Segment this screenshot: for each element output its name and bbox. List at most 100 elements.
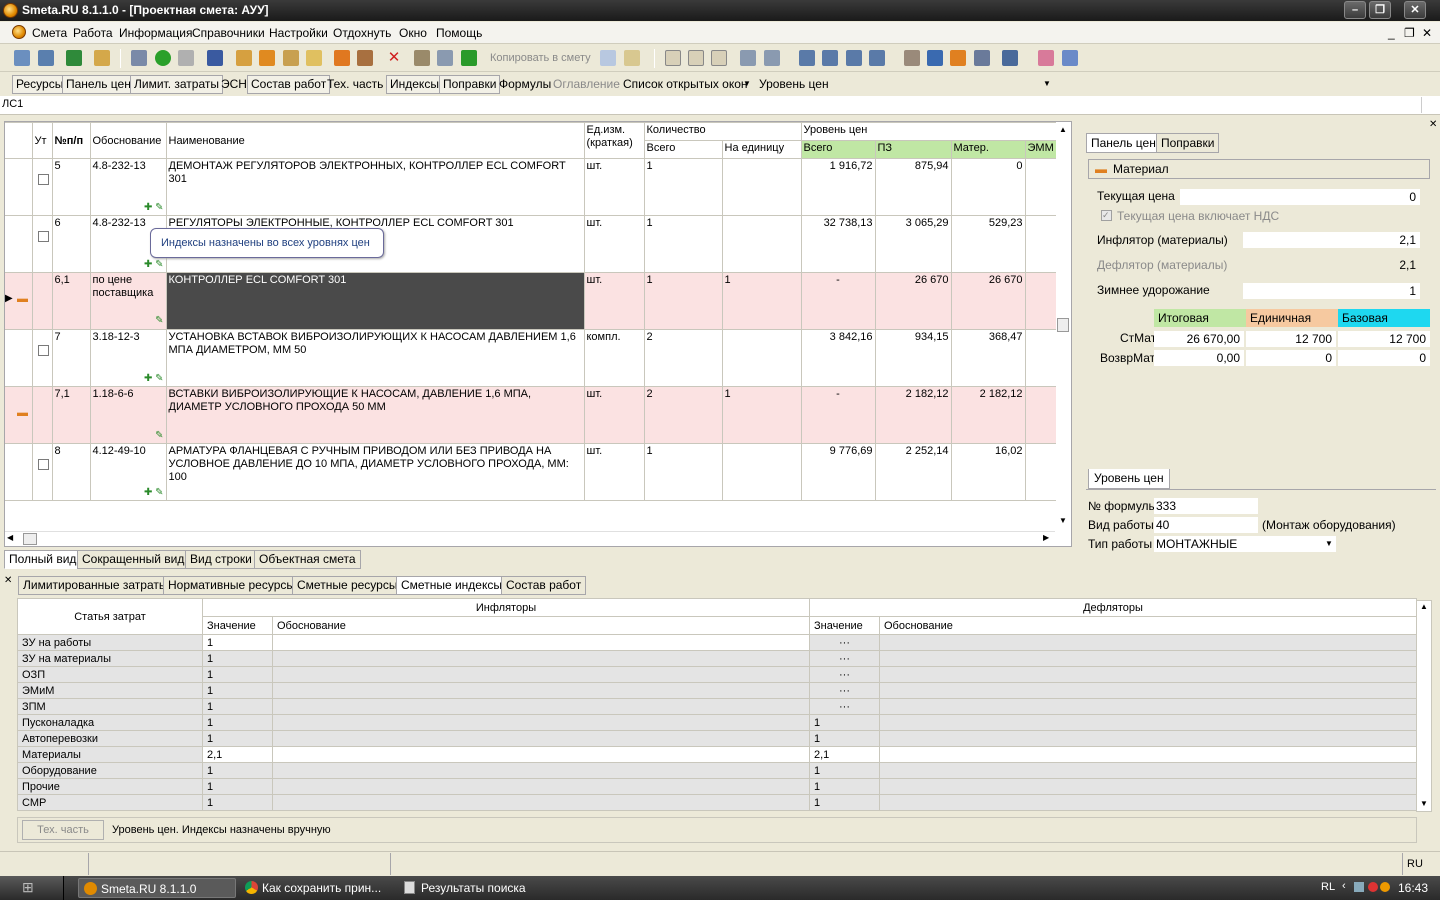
row-defl-value[interactable]: ··· (809, 650, 880, 667)
row-action-icons[interactable]: ✚ ✎ (144, 487, 164, 498)
security-icon[interactable] (1368, 882, 1378, 892)
row-checkbox[interactable] (37, 345, 49, 356)
material-icon[interactable] (259, 50, 275, 66)
indent2-icon[interactable] (822, 50, 838, 66)
scroll-down-icon[interactable]: ▼ (1420, 799, 1428, 808)
clipboard-icon[interactable] (600, 50, 616, 66)
indent-icon[interactable] (799, 50, 815, 66)
row-defl-value[interactable]: 2,1 (809, 746, 880, 763)
vat-checkbox[interactable]: ✓ (1101, 210, 1112, 221)
row-infl-value[interactable]: 1 (202, 666, 273, 683)
tool-icon[interactable] (904, 50, 920, 66)
table-row[interactable]: ЗУ на работы 1 ··· (17, 634, 1417, 651)
task-smeta[interactable]: Smeta.RU 8.1.1.0 (78, 878, 236, 898)
doc-scroll[interactable] (1421, 97, 1437, 113)
chevron-down-icon[interactable]: ▼ (1043, 79, 1051, 88)
stmat-unit[interactable]: 12 700 (1246, 331, 1336, 347)
book-icon[interactable] (1038, 50, 1054, 66)
table-row[interactable]: Оборудование 1 1 (17, 762, 1417, 779)
row-infl-value[interactable]: 1 (202, 682, 273, 699)
inflator-field[interactable]: 2,1 (1243, 232, 1420, 248)
copy-row-icon[interactable] (437, 50, 453, 66)
row-name[interactable]: ВСТАВКИ ВИБРОИЗОЛИРУЮЩИЕ К НАСОСАМ, ДАВЛ… (165, 386, 585, 444)
indexes-scrollbar[interactable]: ▲ ▼ (1416, 600, 1432, 812)
row-name[interactable]: ДЕМОНТАЖ РЕГУЛЯТОРОВ ЭЛЕКТРОННЫХ, КОНТРО… (165, 158, 585, 216)
row-infl-value[interactable]: 1 (202, 714, 273, 731)
tree-add-icon[interactable] (38, 50, 54, 66)
grid-horizontal-scrollbar[interactable]: ◀ ▶ (5, 531, 1055, 545)
tab-esn[interactable]: ЭСН (217, 75, 251, 94)
up-icon[interactable] (461, 50, 477, 66)
tab-limit[interactable]: Лимит. затраты (130, 75, 223, 94)
tab-estimate-indexes[interactable]: Сметные индексы (396, 576, 507, 595)
row-infl-basis[interactable] (272, 698, 810, 715)
menu-otdohnut[interactable]: Отдохнуть (333, 26, 391, 40)
tab-full-view[interactable]: Полный вид (4, 550, 82, 569)
row-name[interactable]: УСТАНОВКА ВСТАВОК ВИБРОИЗОЛИРУЮЩИХ К НАС… (165, 329, 585, 387)
tab-panel-cen[interactable]: Панель цен (1086, 133, 1161, 153)
car-icon[interactable] (1002, 50, 1018, 66)
scroll-thumb[interactable] (1057, 318, 1069, 332)
vozvrmat-base[interactable]: 0 (1338, 350, 1430, 366)
outdent-icon[interactable] (846, 50, 862, 66)
tab-indeksy[interactable]: Индексы (386, 75, 443, 94)
mdi-restore-icon[interactable]: ❐ (1404, 26, 1415, 40)
col-p-mat[interactable]: Матер. (950, 140, 1026, 159)
menu-info[interactable]: Информация (119, 26, 192, 40)
menu-pomosch[interactable]: Помощь (436, 26, 482, 40)
vozvrmat-total[interactable]: 0,00 (1154, 350, 1244, 366)
row-defl-value[interactable]: 1 (809, 794, 880, 811)
task-search[interactable]: Результаты поиска (399, 878, 549, 898)
row-infl-basis[interactable] (272, 794, 810, 811)
work-kind-field[interactable]: 40 (1154, 517, 1258, 533)
col-obosn[interactable]: Обоснование (89, 122, 167, 159)
tab-norm-resources[interactable]: Нормативные ресурсы (163, 576, 301, 595)
table-row[interactable]: 7 3.18-12-3 ✚ ✎ УСТАНОВКА ВСТАВОК ВИБРОИЗ… (5, 329, 1057, 387)
calculator-icon[interactable] (974, 50, 990, 66)
col-price-level[interactable]: Уровень цен (800, 122, 1057, 141)
row-defl-basis[interactable] (879, 762, 1417, 779)
col-p-emm[interactable]: ЭММ (1024, 140, 1057, 159)
col-ut[interactable]: Ут (31, 122, 53, 159)
move-icon[interactable] (414, 50, 430, 66)
row-infl-basis[interactable] (272, 666, 810, 683)
row-infl-basis[interactable] (272, 714, 810, 731)
row-defl-value[interactable]: ··· (809, 682, 880, 699)
menu-nastroyki[interactable]: Настройки (269, 26, 328, 40)
redo-icon[interactable] (207, 50, 223, 66)
table-row[interactable]: ЗПМ 1 ··· (17, 698, 1417, 715)
row-defl-value[interactable]: ··· (809, 666, 880, 683)
paste-icon[interactable] (624, 50, 640, 66)
tab-resursy[interactable]: Ресурсы (12, 75, 68, 94)
table-row[interactable]: ▬ 7,1 1.18-6-6 ✎ ВСТАВКИ ВИБРОИЗОЛИРУЮЩИЕ… (5, 386, 1057, 444)
row-name[interactable]: КОНТРОЛЛЕР ECL COMFORT 301 (165, 272, 585, 330)
table-row[interactable]: СМР 1 1 (17, 794, 1417, 811)
row-infl-value[interactable]: 1 (202, 794, 273, 811)
task-chrome[interactable]: Как сохранить прин... (240, 878, 395, 898)
save-icon[interactable] (131, 50, 147, 66)
hat2-icon[interactable] (950, 50, 966, 66)
row-infl-basis[interactable] (272, 650, 810, 667)
grid-vertical-scrollbar[interactable]: ▲ ▼ (1056, 122, 1070, 528)
row-checkbox[interactable] (37, 174, 49, 185)
row-infl-basis[interactable] (272, 746, 810, 763)
tech-part-button[interactable]: Тех. часть (22, 820, 104, 840)
tree-icon[interactable] (14, 50, 30, 66)
menu-spravochniki[interactable]: Справочники (192, 26, 265, 40)
row-action-icons[interactable]: ✚ ✎ (144, 259, 164, 270)
search-icon[interactable] (94, 50, 110, 66)
tab-popravki[interactable]: Поправки (1156, 133, 1220, 153)
row-defl-basis[interactable] (879, 714, 1417, 731)
row-defl-basis[interactable] (879, 746, 1417, 763)
pr-icon[interactable] (711, 50, 727, 66)
row-defl-basis[interactable] (879, 666, 1417, 683)
table-row[interactable]: ОЗП 1 ··· (17, 666, 1417, 683)
row-action-icons[interactable]: ✚ ✎ (144, 202, 164, 213)
col-p-pz[interactable]: ПЗ (874, 140, 952, 159)
row-infl-value[interactable]: 1 (202, 650, 273, 667)
tab-work-composition[interactable]: Состав работ (501, 576, 587, 595)
col-name[interactable]: Наименование (165, 122, 585, 159)
col-npp[interactable]: №п/п (51, 122, 91, 159)
tab-formuly[interactable]: Формулы (495, 75, 555, 94)
scroll-down-icon[interactable]: ▼ (1059, 516, 1067, 525)
